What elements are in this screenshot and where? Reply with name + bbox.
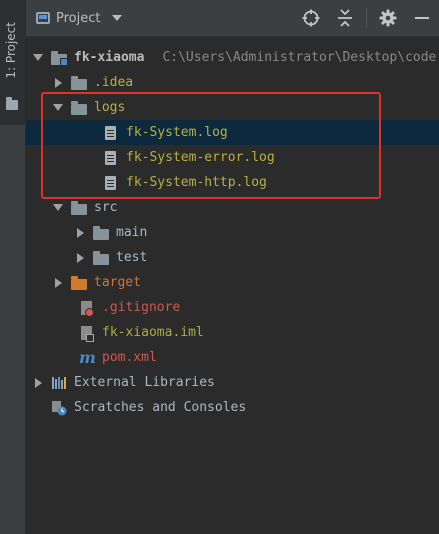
tree-row-scratches[interactable]: Scratches and Consoles bbox=[26, 395, 439, 420]
gear-icon bbox=[379, 9, 397, 27]
folder-label: main bbox=[116, 225, 148, 240]
file-label: pom.xml bbox=[102, 350, 157, 365]
panel-title[interactable]: Project bbox=[56, 11, 100, 26]
tree-row-logs[interactable]: logs bbox=[26, 95, 439, 120]
node-label: External Libraries bbox=[74, 375, 215, 390]
file-label: fk-System.log bbox=[126, 125, 228, 140]
chevron-right-icon[interactable] bbox=[74, 245, 86, 270]
header-divider bbox=[366, 8, 367, 28]
minimize-icon bbox=[415, 17, 429, 19]
folder-label: src bbox=[94, 200, 118, 215]
project-tab-label[interactable]: 1: Project bbox=[4, 22, 18, 79]
excluded-folder-icon bbox=[70, 275, 88, 291]
panel-header: Project bbox=[26, 0, 439, 37]
tree-row-root[interactable]: fk-xiaoma C:\Users\Administrator\Desktop… bbox=[26, 45, 439, 70]
chevron-right-icon[interactable] bbox=[74, 220, 86, 245]
locate-icon bbox=[302, 9, 320, 27]
chevron-down-icon[interactable] bbox=[52, 95, 64, 120]
collapse-all-button[interactable] bbox=[328, 0, 362, 36]
chevron-right-icon[interactable] bbox=[52, 70, 64, 95]
folder-icon bbox=[70, 100, 88, 116]
project-view-icon bbox=[36, 12, 50, 24]
view-selector[interactable]: Project bbox=[36, 0, 123, 36]
libraries-icon bbox=[50, 375, 68, 391]
tree-row-test[interactable]: test bbox=[26, 245, 439, 270]
tree-row-iml[interactable]: fk-xiaoma.iml bbox=[26, 320, 439, 345]
tree-row-log-file[interactable]: fk-System-error.log bbox=[26, 145, 439, 170]
folder-icon bbox=[70, 75, 88, 91]
file-label: fk-System-http.log bbox=[126, 175, 267, 190]
hide-button[interactable] bbox=[405, 0, 439, 36]
node-label: Scratches and Consoles bbox=[74, 400, 247, 415]
module-folder-icon bbox=[50, 50, 68, 66]
file-label: .gitignore bbox=[102, 300, 181, 315]
folder-icon bbox=[92, 225, 110, 241]
settings-button[interactable] bbox=[371, 0, 405, 36]
maven-icon: m bbox=[79, 347, 96, 367]
folder-icon bbox=[92, 250, 110, 266]
tree-row-pom[interactable]: m pom.xml bbox=[26, 345, 439, 370]
folder-label: test bbox=[116, 250, 148, 265]
chevron-right-icon[interactable] bbox=[52, 270, 64, 295]
text-file-icon bbox=[102, 175, 120, 191]
folder-icon bbox=[70, 200, 88, 216]
project-panel: Project fk-xiaoma C:\Users\Administrator… bbox=[26, 0, 439, 534]
root-module-name: fk-xiaoma bbox=[74, 50, 145, 65]
chevron-down-icon[interactable] bbox=[32, 45, 44, 70]
left-tool-strip: 1: Project bbox=[0, 0, 26, 534]
project-tab-button[interactable]: 1: Project bbox=[0, 0, 25, 125]
folder-label: .idea bbox=[94, 75, 134, 90]
header-actions bbox=[294, 0, 439, 36]
tree-row-log-file[interactable]: fk-System-http.log bbox=[26, 170, 439, 195]
text-file-icon bbox=[102, 150, 120, 166]
tree-row-idea[interactable]: .idea bbox=[26, 70, 439, 95]
chevron-down-icon[interactable] bbox=[52, 195, 64, 220]
tree-row-external-libraries[interactable]: External Libraries bbox=[26, 370, 439, 395]
file-label: fk-System-error.log bbox=[126, 150, 275, 165]
folder-label: logs bbox=[94, 100, 126, 115]
tree-row-gitignore[interactable]: .gitignore bbox=[26, 295, 439, 320]
project-tool-window: 1: Project Project fk-xiaoma C:\Users\Ad… bbox=[0, 0, 439, 534]
text-file-icon bbox=[102, 125, 120, 141]
gitignore-file-icon bbox=[78, 300, 96, 317]
root-module-path: C:\Users\Administrator\Desktop\code bbox=[162, 50, 437, 65]
folder-icon bbox=[6, 97, 18, 110]
scratches-icon bbox=[50, 400, 68, 416]
chevron-down-icon[interactable] bbox=[112, 15, 123, 21]
module-file-icon bbox=[78, 325, 96, 342]
folder-label: target bbox=[94, 275, 141, 290]
locate-button[interactable] bbox=[294, 0, 328, 36]
chevron-right-icon[interactable] bbox=[32, 370, 44, 395]
tree-row-main[interactable]: main bbox=[26, 220, 439, 245]
tree-row-log-file[interactable]: fk-System.log bbox=[26, 120, 439, 145]
tree-row-target[interactable]: target bbox=[26, 270, 439, 295]
file-label: fk-xiaoma.iml bbox=[102, 325, 204, 340]
collapse-icon bbox=[338, 9, 352, 27]
tree-row-src[interactable]: src bbox=[26, 195, 439, 220]
